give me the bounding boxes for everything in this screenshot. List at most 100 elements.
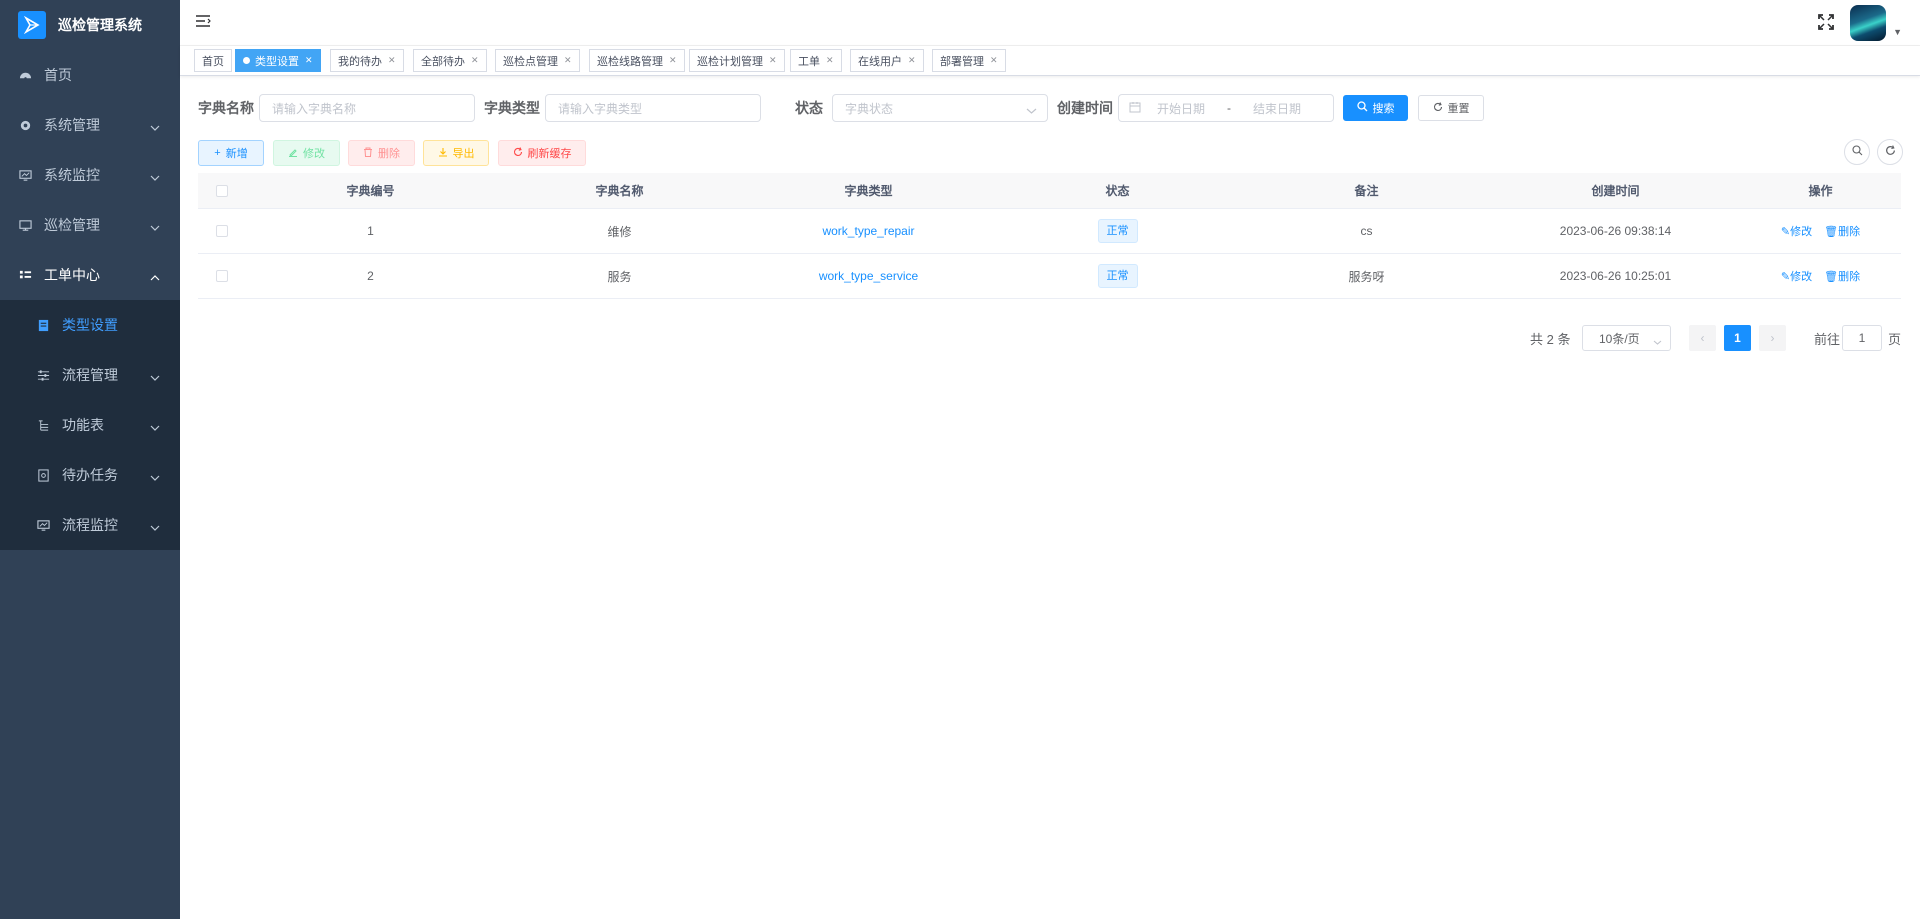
- close-icon[interactable]: ✕: [471, 55, 479, 66]
- close-icon[interactable]: ✕: [908, 55, 916, 66]
- goto-page-input[interactable]: 1: [1842, 325, 1882, 351]
- close-icon[interactable]: ✕: [669, 55, 677, 66]
- row-delete-label: 删除: [1838, 271, 1861, 283]
- start-date-input[interactable]: 开始日期: [1157, 100, 1205, 117]
- tag-deployment[interactable]: 部署管理 ✕: [932, 49, 1006, 72]
- prev-page-button[interactable]: ‹: [1689, 325, 1716, 351]
- sidebar-item-process-monitor[interactable]: 流程监控: [0, 500, 180, 550]
- hamburger-icon[interactable]: [195, 14, 211, 30]
- edit-button[interactable]: 修改: [273, 140, 340, 166]
- row-delete-button[interactable]: 🗑删除: [1824, 226, 1860, 238]
- add-button-label: 新增: [225, 148, 248, 160]
- status-cell: 正常: [993, 219, 1242, 243]
- reset-button[interactable]: 重置: [1418, 95, 1484, 121]
- row-delete-button[interactable]: 🗑删除: [1824, 271, 1860, 283]
- export-button[interactable]: 导出: [423, 140, 489, 166]
- logo[interactable]: 巡检管理系统: [0, 0, 180, 50]
- dict-name-label: 字典名称: [198, 100, 254, 116]
- dashboard-icon: [18, 68, 32, 82]
- sidebar-item-system[interactable]: 系统管理: [0, 100, 180, 150]
- date-range-picker[interactable]: 开始日期 - 结束日期: [1118, 94, 1334, 122]
- actions-cell: ✎修改 🗑删除: [1740, 223, 1901, 239]
- row-edit-button[interactable]: ✎修改: [1781, 271, 1812, 283]
- tag-label: 我的待办: [338, 55, 382, 68]
- download-icon: [438, 147, 448, 160]
- page-size-select[interactable]: 10条/页: [1582, 325, 1671, 351]
- sidebar-item-label: 系统管理: [44, 117, 100, 133]
- sidebar-item-todo-tasks[interactable]: 待办任务: [0, 450, 180, 500]
- sidebar: 巡检管理系统 首页 系统管理 系统监控 巡检管理 工单中心 类型设置 流程管理: [0, 0, 180, 919]
- sidebar-item-function-table[interactable]: 功能表: [0, 400, 180, 450]
- delete-button[interactable]: 删除: [348, 140, 415, 166]
- sidebar-item-label: 类型设置: [62, 317, 118, 333]
- trash-icon: 🗑: [1824, 271, 1839, 283]
- tag-work-order[interactable]: 工单 ✕: [790, 49, 842, 72]
- active-dot-icon: [243, 57, 250, 64]
- row-delete-label: 删除: [1838, 226, 1861, 238]
- end-date-input[interactable]: 结束日期: [1253, 100, 1301, 117]
- row-checkbox[interactable]: [216, 270, 228, 282]
- sidebar-item-type-settings[interactable]: 类型设置: [0, 300, 180, 350]
- add-button[interactable]: + 新增: [198, 140, 264, 166]
- search-button[interactable]: 搜索: [1343, 95, 1408, 121]
- close-icon[interactable]: ✕: [826, 55, 834, 66]
- fullscreen-icon[interactable]: [1817, 13, 1835, 31]
- dict-type-link[interactable]: work_type_repair: [744, 224, 993, 238]
- tag-inspection-points[interactable]: 巡检点管理 ✕: [495, 49, 580, 72]
- column-header: 创建时间: [1591, 184, 1640, 198]
- tag-inspection-routes[interactable]: 巡检线路管理 ✕: [589, 49, 685, 72]
- chevron-right-icon: ›: [1770, 331, 1775, 345]
- close-icon[interactable]: ✕: [769, 55, 777, 66]
- dict-name-input[interactable]: 请输入字典名称: [259, 94, 475, 122]
- remark-cell: cs: [1360, 224, 1373, 238]
- status-select[interactable]: 字典状态: [832, 94, 1048, 122]
- sidebar-item-monitor[interactable]: 系统监控: [0, 150, 180, 200]
- trash-icon: [363, 147, 373, 160]
- avatar[interactable]: [1850, 5, 1886, 41]
- input-placeholder: 请输入字典类型: [558, 101, 643, 116]
- edit-button-label: 修改: [303, 148, 325, 160]
- tag-type-settings[interactable]: 类型设置 ✕: [235, 49, 321, 72]
- caret-down-icon[interactable]: ▼: [1893, 27, 1902, 37]
- dict-type-link[interactable]: work_type_service: [744, 269, 993, 283]
- refresh-cache-button-label: 刷新缓存: [527, 148, 572, 160]
- tag-all-todo[interactable]: 全部待办 ✕: [413, 49, 487, 72]
- select-all-checkbox[interactable]: [216, 184, 228, 197]
- page-number-button[interactable]: 1: [1724, 325, 1751, 351]
- tag-label: 全部待办: [421, 55, 465, 68]
- app-title: 巡检管理系统: [58, 17, 142, 33]
- chevron-down-icon: [150, 169, 160, 185]
- status-cell: 正常: [993, 264, 1242, 288]
- close-icon[interactable]: ✕: [305, 55, 313, 66]
- row-edit-button[interactable]: ✎修改: [1781, 226, 1812, 238]
- chevron-down-icon: [150, 469, 160, 485]
- close-icon[interactable]: ✕: [990, 55, 998, 66]
- next-page-button[interactable]: ›: [1759, 325, 1786, 351]
- close-icon[interactable]: ✕: [388, 55, 396, 66]
- close-icon[interactable]: ✕: [564, 55, 572, 66]
- page-size-value: 10条/页: [1599, 331, 1640, 346]
- refresh-cache-button[interactable]: 刷新缓存: [498, 140, 586, 166]
- dict-id-cell: 1: [367, 224, 374, 238]
- tag-home[interactable]: 首页: [194, 49, 232, 72]
- select-all-cell: [198, 184, 246, 197]
- plus-icon: +: [214, 147, 221, 159]
- export-button-label: 导出: [452, 148, 475, 160]
- dict-type-input[interactable]: 请输入字典类型: [545, 94, 761, 122]
- sidebar-item-process[interactable]: 流程管理: [0, 350, 180, 400]
- toggle-search-button[interactable]: [1844, 139, 1870, 165]
- tag-label: 在线用户: [858, 55, 902, 68]
- tag-my-todo[interactable]: 我的待办 ✕: [330, 49, 404, 72]
- tag-inspection-plans[interactable]: 巡检计划管理 ✕: [689, 49, 785, 72]
- refresh-table-button[interactable]: [1877, 139, 1903, 165]
- tag-label: 巡检点管理: [503, 55, 558, 68]
- row-checkbox[interactable]: [216, 225, 228, 237]
- sidebar-item-workorder[interactable]: 工单中心: [0, 250, 180, 300]
- sidebar-item-home[interactable]: 首页: [0, 50, 180, 100]
- logo-icon: [18, 11, 46, 39]
- chevron-down-icon: [150, 369, 160, 385]
- sidebar-item-inspection[interactable]: 巡检管理: [0, 200, 180, 250]
- sidebar-submenu: 类型设置 流程管理 功能表 待办任务 流程监控: [0, 300, 180, 550]
- created-time-cell: 2023-06-26 10:25:01: [1559, 269, 1672, 283]
- tag-online-users[interactable]: 在线用户 ✕: [850, 49, 924, 72]
